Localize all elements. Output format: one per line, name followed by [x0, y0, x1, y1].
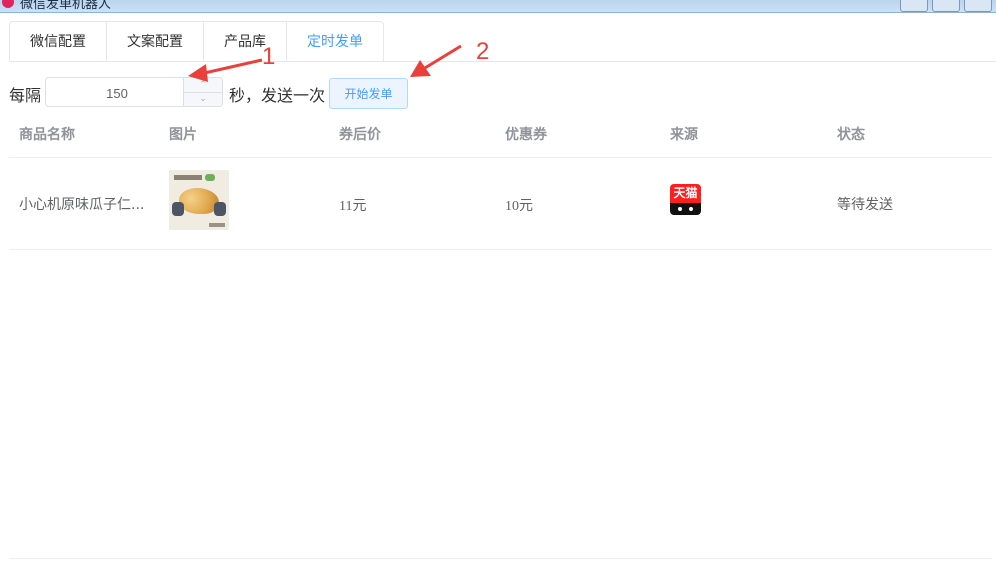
column-header-product-name: 商品名称: [19, 127, 75, 143]
window-titlebar: 微信发单机器人: [0, 0, 996, 13]
annotation-marker-2: 2: [476, 38, 490, 65]
maximize-button[interactable]: [932, 0, 960, 12]
tab-wechat-config[interactable]: 微信配置: [9, 21, 106, 62]
annotation-marker-1: 1: [262, 43, 276, 70]
interval-stepper[interactable]: ⌃ ⌄: [45, 77, 223, 108]
cell-product-name: 小心机原味瓜子仁...: [19, 197, 145, 213]
column-header-image: 图片: [169, 127, 197, 143]
close-button[interactable]: [964, 0, 992, 12]
window-title: 微信发单机器人: [20, 0, 112, 12]
column-header-coupon: 优惠券: [505, 127, 547, 143]
tab-scheduled-send[interactable]: 定时发单: [286, 21, 384, 62]
tmall-icon-label: 天猫: [673, 186, 698, 200]
tab-divider: [9, 61, 996, 62]
header-divider: [9, 157, 992, 158]
product-image: [169, 170, 229, 230]
app-icon: [2, 0, 14, 8]
interval-prefix-label: 每隔: [9, 86, 42, 105]
table-bottom-border: [9, 558, 992, 559]
minimize-button[interactable]: [900, 0, 928, 12]
interval-input[interactable]: [46, 78, 188, 108]
annotation-arrow-2: [410, 60, 431, 77]
row-divider: [9, 249, 992, 250]
tmall-icon: 天猫: [670, 184, 701, 215]
cell-status: 等待发送: [837, 197, 893, 213]
cell-price-after-coupon: 11元: [339, 199, 367, 214]
chevron-down-icon[interactable]: ⌄: [184, 92, 222, 106]
column-header-price-after-coupon: 券后价: [339, 127, 381, 143]
column-header-status: 状态: [837, 127, 865, 143]
tab-copy-config[interactable]: 文案配置: [106, 21, 203, 62]
tab-bar: 微信配置 文案配置 产品库 定时发单: [9, 21, 384, 62]
cell-coupon: 10元: [505, 199, 533, 214]
start-sending-button[interactable]: 开始发单: [329, 78, 408, 109]
chevron-up-icon[interactable]: ⌃: [184, 78, 222, 93]
interval-suffix-label: 秒，发送一次: [229, 86, 326, 105]
column-header-source: 来源: [670, 127, 698, 143]
stepper-controls: ⌃ ⌄: [183, 78, 222, 106]
